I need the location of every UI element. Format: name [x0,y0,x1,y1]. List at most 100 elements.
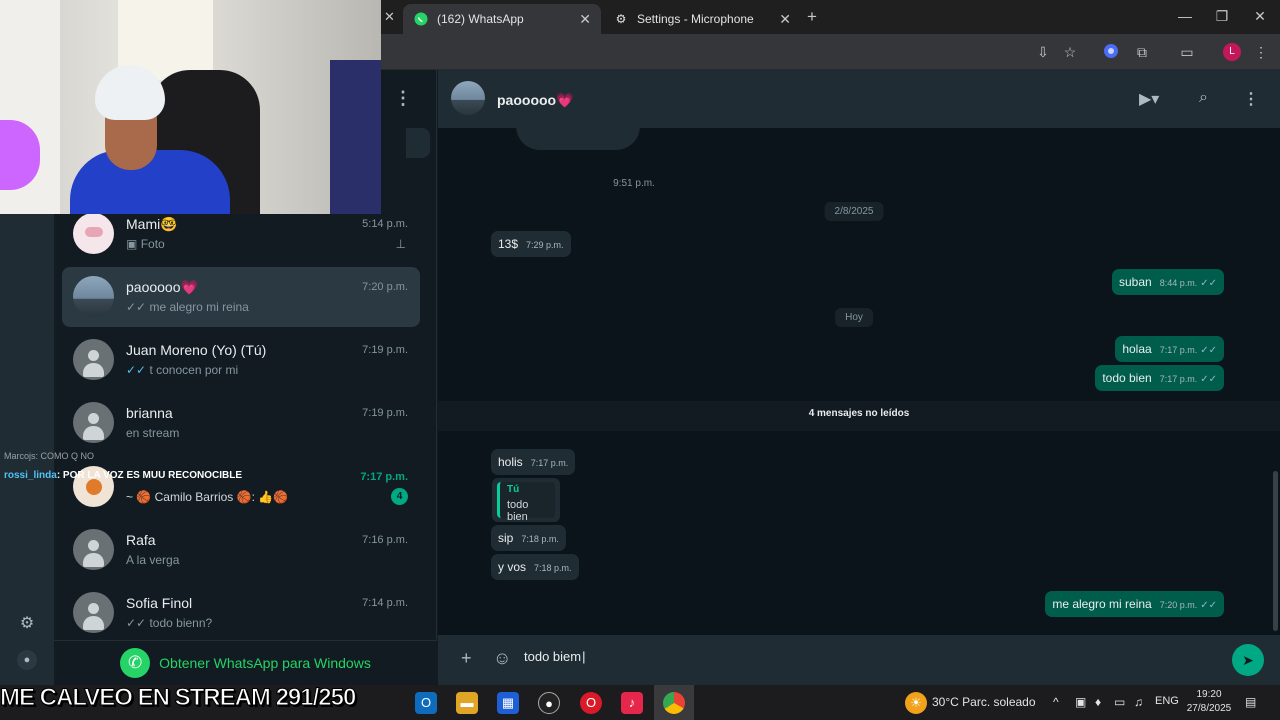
weather-label[interactable]: 30°C Parc. soleado [932,695,1036,709]
prev-tab-close-icon[interactable]: ✕ [384,9,395,25]
search-icon[interactable]: ⌕ [1199,89,1208,107]
volume-icon[interactable]: ♫ [1134,695,1143,709]
new-tab-button[interactable]: + [807,7,817,27]
store-icon[interactable]: ▦ [497,692,519,714]
video-call-icon[interactable]: ▶▾ [1139,89,1159,109]
chat-item-sofia-finol[interactable]: Sofia Finol 7:14 p.m. ✓✓ todo bienn? [62,583,420,643]
message-incoming[interactable]: holis 7:17 p.m. [491,449,576,475]
message-scrollbar[interactable] [1273,471,1278,631]
tab-whatsapp[interactable]: (162) WhatsApp ✕ [403,4,601,34]
obs-icon[interactable]: ● [538,692,560,714]
chat-name: brianna [126,405,173,421]
emoji-icon[interactable]: ☺ [493,648,511,669]
double-check-icon: ✓✓ [1200,345,1217,356]
bookmark-star-icon[interactable]: ☆ [1061,43,1079,61]
search-input[interactable] [406,128,430,158]
message-outgoing[interactable]: suban 8:44 p.m. ✓✓ [1112,269,1224,295]
avatar [73,529,114,570]
chat-menu-icon[interactable]: ⋮ [1243,89,1259,109]
attach-plus-icon[interactable]: + [461,648,472,669]
contact-avatar[interactable] [451,81,485,115]
chat-name: paooooo💗 [126,279,198,295]
tray-apps-icon[interactable]: ▣ [1075,695,1086,709]
profile-icon[interactable]: ● [17,650,37,670]
send-button[interactable]: ➤ [1232,644,1264,676]
extensions-puzzle-icon[interactable]: ⧉ [1133,43,1151,61]
message-outgoing[interactable]: todo bien 7:17 p.m. ✓✓ [1095,365,1224,391]
message-incoming[interactable]: y vos 7:18 p.m. [491,554,579,580]
pin-icon: ⊥ [395,237,406,251]
opera-icon[interactable]: O [580,692,602,714]
chat-time: 5:14 p.m. [362,218,408,230]
tiktok-icon[interactable]: ♪ [621,692,643,714]
message-time: 9:51 p.m. [613,178,655,189]
message-incoming[interactable]: sip 7:18 p.m. [491,525,566,551]
notifications-icon[interactable]: ▤ [1245,695,1256,709]
avatar [73,592,114,633]
previous-media-message [516,128,640,150]
contact-name[interactable]: paooooo💗 [497,92,574,109]
tab-settings-label: Settings - Microphone [637,12,754,26]
chat-preview: A la verga [126,553,180,567]
profile-avatar[interactable]: L [1223,43,1241,61]
tab-close-icon[interactable]: ✕ [579,11,591,28]
message-input[interactable]: todo biem [524,649,585,664]
stream-chat-line: Marcojs: COMO Q NO [4,451,95,461]
avatar [73,339,114,380]
avatar [73,402,114,443]
conversation-header[interactable]: paooooo💗 ▶▾ ⌕ ⋮ [438,70,1280,128]
clock[interactable]: 19:20 27/8/2025 [1186,688,1232,716]
close-window-icon[interactable]: ✕ [1250,8,1270,25]
chat-time: 7:19 p.m. [362,407,408,419]
microphone-icon[interactable]: ♦ [1095,695,1101,709]
browser-menu-icon[interactable]: ⋮ [1252,43,1270,61]
message-incoming[interactable]: 13$ 7:29 p.m. [491,231,571,257]
chat-preview: ✓✓ me alegro mi reina [126,300,249,314]
extension-icon[interactable] [1102,43,1120,61]
clock-time: 19:20 [1196,689,1222,700]
quoted-message[interactable]: Tú todo bien [492,478,560,523]
chat-preview: ✓✓ t conocen por mi [126,363,239,377]
chat-preview: ~ 🏀 Camilo Barrios 🏀: 👍🏀 [126,490,289,504]
stream-goal-text: ME CALVEO EN STREAM 291/250 [0,684,357,712]
install-app-icon[interactable]: ⇩ [1034,43,1052,61]
chat-item-juan-moreno[interactable]: Juan Moreno (Yo) (Tú) 7:19 p.m. ✓✓ t con… [62,330,420,390]
chat-time: 7:16 p.m. [362,534,408,546]
minimize-icon[interactable]: — [1175,8,1195,24]
tray-chevron-icon[interactable]: ^ [1053,695,1059,709]
settings-gear-icon[interactable]: ⚙ [17,614,37,634]
chat-time: 7:20 p.m. [362,281,408,293]
tab-settings[interactable]: ⚙ Settings - Microphone ✕ [603,4,801,34]
chat-preview: ▣ Foto [126,237,165,251]
quote-author: Tú [507,484,520,495]
message-outgoing[interactable]: holaa 7:17 p.m. ✓✓ [1115,336,1224,362]
message-composer: + ☺ todo biem ➤ [438,635,1280,685]
chat-name: Juan Moreno (Yo) (Tú) [126,342,267,358]
language-indicator[interactable]: ENG [1155,695,1179,707]
chrome-icon[interactable] [663,692,685,714]
chat-name: Mami🤓 [126,216,178,232]
message-outgoing[interactable]: me alegro mi reina 7:20 p.m. ✓✓ [1045,591,1224,617]
outlook-icon[interactable]: O [415,692,437,714]
double-check-icon: ✓✓ [1200,374,1217,385]
double-check-read-icon: ✓✓ [126,363,147,377]
chat-item-rafa[interactable]: Rafa 7:16 p.m. A la verga [62,520,420,580]
tab-whatsapp-label: (162) WhatsApp [437,12,524,26]
chat-item-brianna[interactable]: brianna 7:19 p.m. en stream [62,393,420,453]
file-explorer-icon[interactable]: ▬ [456,692,478,714]
chat-item-group[interactable]: 7:17 p.m. ~ 🏀 Camilo Barrios 🏀: 👍🏀 4 [62,457,420,517]
unread-badge: 4 [391,488,408,505]
get-whatsapp-windows-link[interactable]: ✆ Obtener WhatsApp para Windows [54,640,437,685]
sidebar-menu-icon[interactable]: ⋮ [394,88,412,109]
chat-time: 7:14 p.m. [362,597,408,609]
cast-icon[interactable]: ▭ [1178,43,1196,61]
message-list: 9:51 p.m. 2/8/2025 13$ 7:29 p.m. suban 8:4… [438,128,1280,635]
network-icon[interactable]: ▭ [1114,695,1125,709]
chat-time: 7:19 p.m. [362,344,408,356]
quote-block: Tú todo bien [497,482,555,523]
maximize-icon[interactable]: ❐ [1212,8,1232,25]
chat-name: Rafa [126,532,156,548]
weather-icon[interactable]: ☀ [905,692,927,714]
chat-item-paooooo[interactable]: paooooo💗 7:20 p.m. ✓✓ me alegro mi reina [62,267,420,327]
tab-close-icon[interactable]: ✕ [779,11,791,28]
